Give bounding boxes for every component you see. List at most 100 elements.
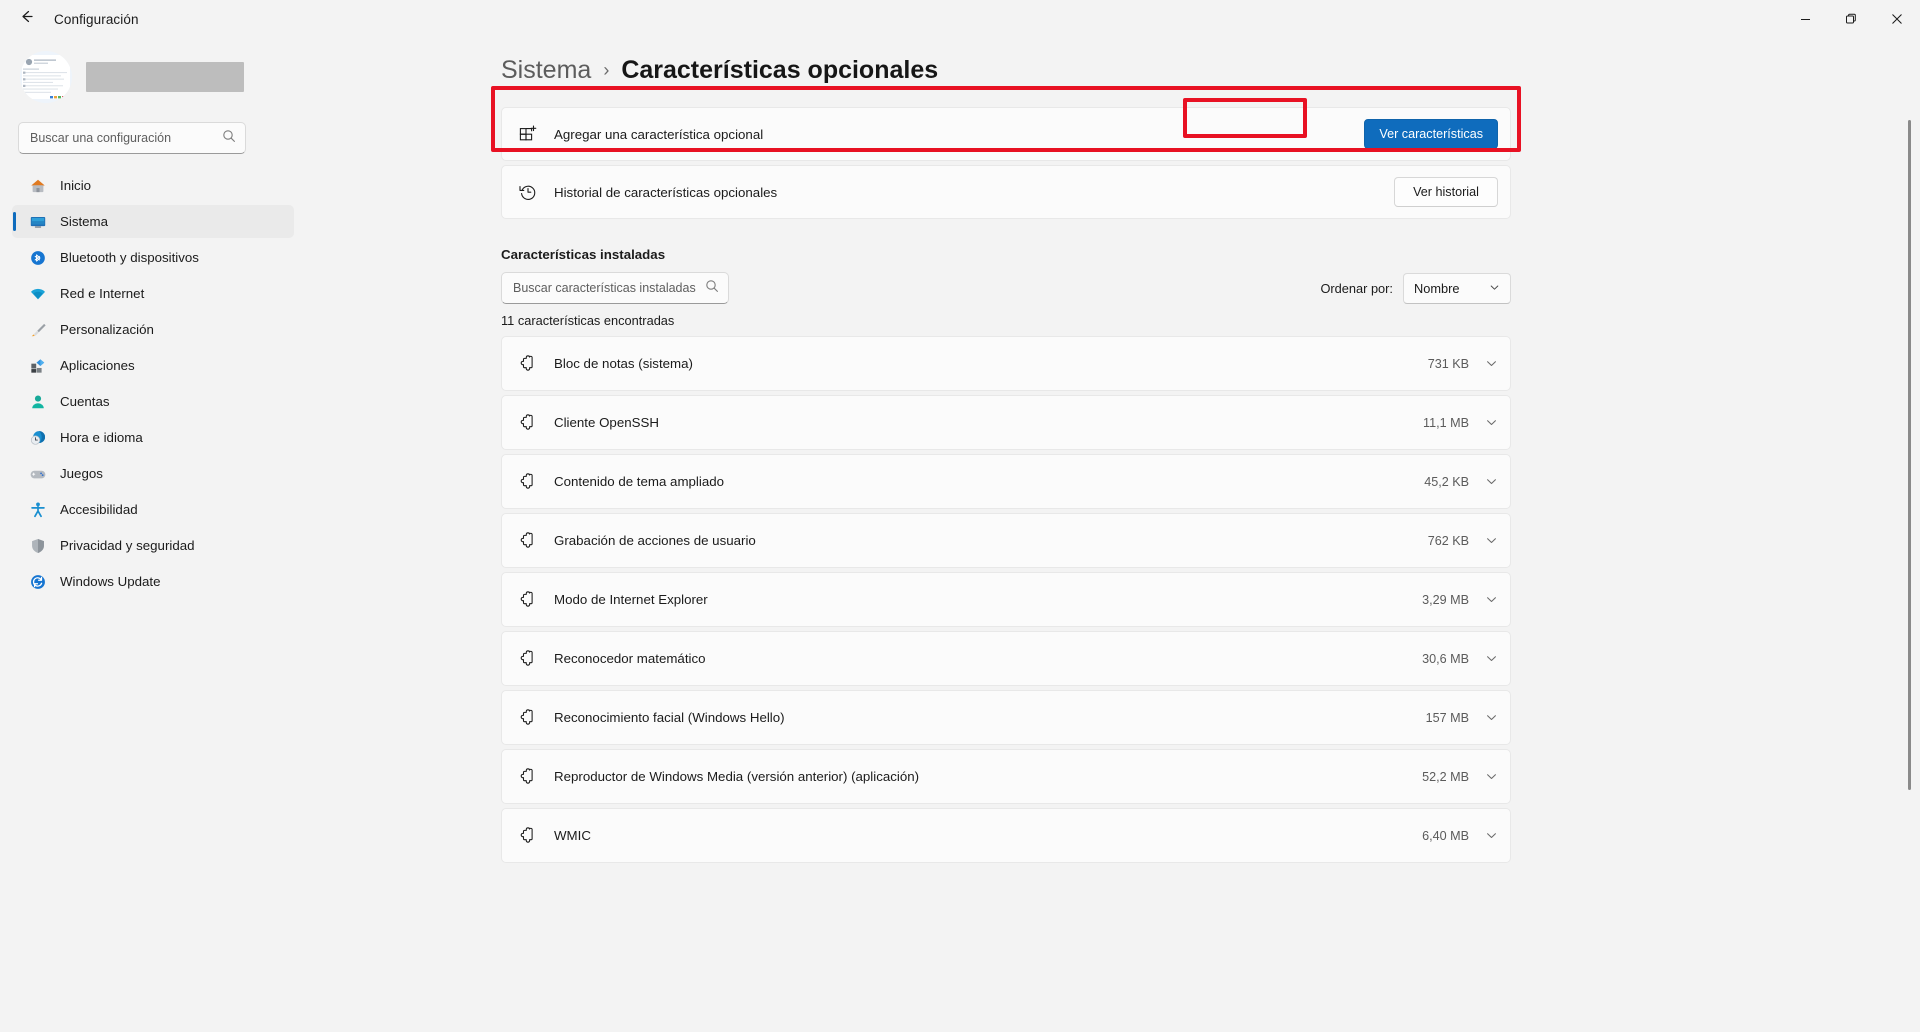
account-name-redacted — [86, 62, 244, 92]
feature-size: 6,40 MB — [1422, 828, 1469, 843]
view-features-button[interactable]: Ver características — [1364, 119, 1498, 149]
list-item[interactable]: Reproductor de Windows Media (versión an… — [501, 749, 1511, 804]
sidebar-item-bluetooth-y-dispositivos[interactable]: Bluetooth y dispositivos — [12, 241, 294, 274]
sidebar-item-label: Windows Update — [60, 574, 161, 589]
chevron-down-icon[interactable] — [1485, 357, 1498, 370]
list-item[interactable]: Reconocimiento facial (Windows Hello) 15… — [501, 690, 1511, 745]
sidebar-item-accesibilidad[interactable]: Accesibilidad — [12, 493, 294, 526]
chevron-down-icon[interactable] — [1485, 652, 1498, 665]
chevron-down-icon[interactable] — [1485, 593, 1498, 606]
sidebar-item-sistema[interactable]: Sistema — [12, 205, 294, 238]
sidebar-item-inicio[interactable]: Inicio — [12, 169, 294, 202]
sidebar-item-label: Privacidad y seguridad — [60, 538, 195, 553]
sort-control: Ordenar por: Nombre — [1320, 272, 1511, 304]
feature-name: WMIC — [554, 828, 591, 843]
chevron-down-icon[interactable] — [1485, 416, 1498, 429]
list-item[interactable]: Grabación de acciones de usuario 762 KB — [501, 513, 1511, 568]
list-item[interactable]: WMIC 6,40 MB — [501, 808, 1511, 863]
sort-value: Nombre — [1414, 280, 1460, 296]
feature-name: Reconocedor matemático — [554, 651, 706, 666]
puzzle-icon — [518, 590, 538, 610]
account-profile[interactable] — [12, 38, 294, 104]
chevron-down-icon[interactable] — [1485, 770, 1498, 783]
sidebar-item-label: Hora e idioma — [60, 430, 143, 445]
installed-search-input[interactable] — [511, 280, 705, 296]
puzzle-icon — [518, 472, 538, 492]
minimize-button[interactable] — [1782, 0, 1828, 38]
shield-icon — [32, 538, 44, 553]
feature-name: Contenido de tema ampliado — [554, 474, 725, 489]
installed-filter-bar: Ordenar por: Nombre — [501, 272, 1511, 304]
add-feature-label: Agregar una característica opcional — [554, 126, 764, 142]
feature-size: 157 MB — [1425, 710, 1469, 725]
action-cards: Agregar una característica opcional Ver … — [491, 86, 1521, 219]
page-title: Características opcionales — [621, 56, 939, 84]
list-item[interactable]: Bloc de notas (sistema) 731 KB — [501, 336, 1511, 391]
features-found-count: 11 características encontradas — [501, 313, 675, 328]
wifi-icon — [30, 288, 46, 299]
sort-label: Ordenar por: — [1320, 280, 1393, 296]
puzzle-icon — [518, 826, 538, 846]
puzzle-icon — [518, 649, 538, 669]
sidebar-item-hora-e-idioma[interactable]: Hora e idioma — [12, 421, 294, 454]
breadcrumb-parent[interactable]: Sistema — [501, 56, 591, 85]
feature-size: 45,2 KB — [1424, 474, 1469, 489]
back-button[interactable] — [6, 3, 46, 35]
accessibility-icon — [31, 502, 45, 517]
monitor-icon — [30, 216, 46, 228]
list-item[interactable]: Cliente OpenSSH 11,1 MB — [501, 395, 1511, 450]
sidebar-item-label: Aplicaciones — [60, 358, 135, 373]
app-title: Configuración — [54, 11, 139, 27]
puzzle-icon — [518, 767, 538, 787]
installed-features-list: Bloc de notas (sistema) 731 KB Cliente O… — [501, 336, 1511, 863]
list-item[interactable]: Modo de Internet Explorer 3,29 MB — [501, 572, 1511, 627]
list-item[interactable]: Reconocedor matemático 30,6 MB — [501, 631, 1511, 686]
chevron-down-icon[interactable] — [1485, 475, 1498, 488]
sidebar-item-red-e-internet[interactable]: Red e Internet — [12, 277, 294, 310]
puzzle-icon — [518, 354, 538, 374]
breadcrumb: Sistema › Características opcionales — [501, 56, 1920, 85]
chevron-down-icon — [1489, 281, 1500, 296]
sidebar-item-label: Red e Internet — [60, 286, 145, 301]
sidebar-item-cuentas[interactable]: Cuentas — [12, 385, 294, 418]
main-content: Sistema › Características opcionales Agr… — [310, 38, 1920, 1032]
installed-search[interactable] — [501, 272, 729, 304]
maximize-button[interactable] — [1828, 0, 1874, 38]
view-history-button[interactable]: Ver historial — [1394, 177, 1498, 207]
window-controls — [1782, 0, 1920, 38]
puzzle-icon — [518, 413, 538, 433]
feature-size: 762 KB — [1427, 533, 1469, 548]
feature-name: Grabación de acciones de usuario — [554, 533, 756, 548]
feature-history-label: Historial de características opcionales — [554, 184, 778, 200]
arrow-left-icon — [18, 8, 35, 30]
feature-size: 11,1 MB — [1423, 415, 1469, 430]
sidebar-item-privacidad-y-seguridad[interactable]: Privacidad y seguridad — [12, 529, 294, 562]
feature-size: 52,2 MB — [1422, 769, 1469, 784]
scrollbar-thumb[interactable] — [1908, 120, 1911, 790]
paintbrush-icon — [31, 323, 46, 336]
search-input[interactable] — [28, 130, 222, 146]
vertical-scrollbar[interactable] — [1904, 38, 1916, 1032]
sidebar-item-aplicaciones[interactable]: Aplicaciones — [12, 349, 294, 382]
add-feature-icon — [518, 124, 538, 144]
feature-size: 731 KB — [1427, 356, 1469, 371]
close-button[interactable] — [1874, 0, 1920, 38]
list-item[interactable]: Contenido de tema ampliado 45,2 KB — [501, 454, 1511, 509]
feature-size: 3,29 MB — [1422, 592, 1469, 607]
search-icon — [222, 129, 236, 148]
sidebar-item-juegos[interactable]: Juegos — [12, 457, 294, 490]
sidebar-item-windows-update[interactable]: Windows Update — [12, 565, 294, 598]
history-icon — [518, 182, 538, 202]
chevron-down-icon[interactable] — [1485, 534, 1498, 547]
feature-name: Bloc de notas (sistema) — [554, 356, 693, 371]
puzzle-icon — [518, 531, 538, 551]
chevron-down-icon[interactable] — [1485, 829, 1498, 842]
sort-select[interactable]: Nombre — [1403, 272, 1511, 304]
settings-search[interactable] — [18, 122, 246, 154]
sidebar-item-label: Bluetooth y dispositivos — [60, 250, 199, 265]
settings-window: Configuración Buscar una configuración I… — [0, 0, 1920, 1032]
chevron-down-icon[interactable] — [1485, 711, 1498, 724]
feature-name: Cliente OpenSSH — [554, 415, 659, 430]
sidebar-item-personalizacion[interactable]: Personalización — [12, 313, 294, 346]
clock-globe-icon — [30, 430, 46, 445]
